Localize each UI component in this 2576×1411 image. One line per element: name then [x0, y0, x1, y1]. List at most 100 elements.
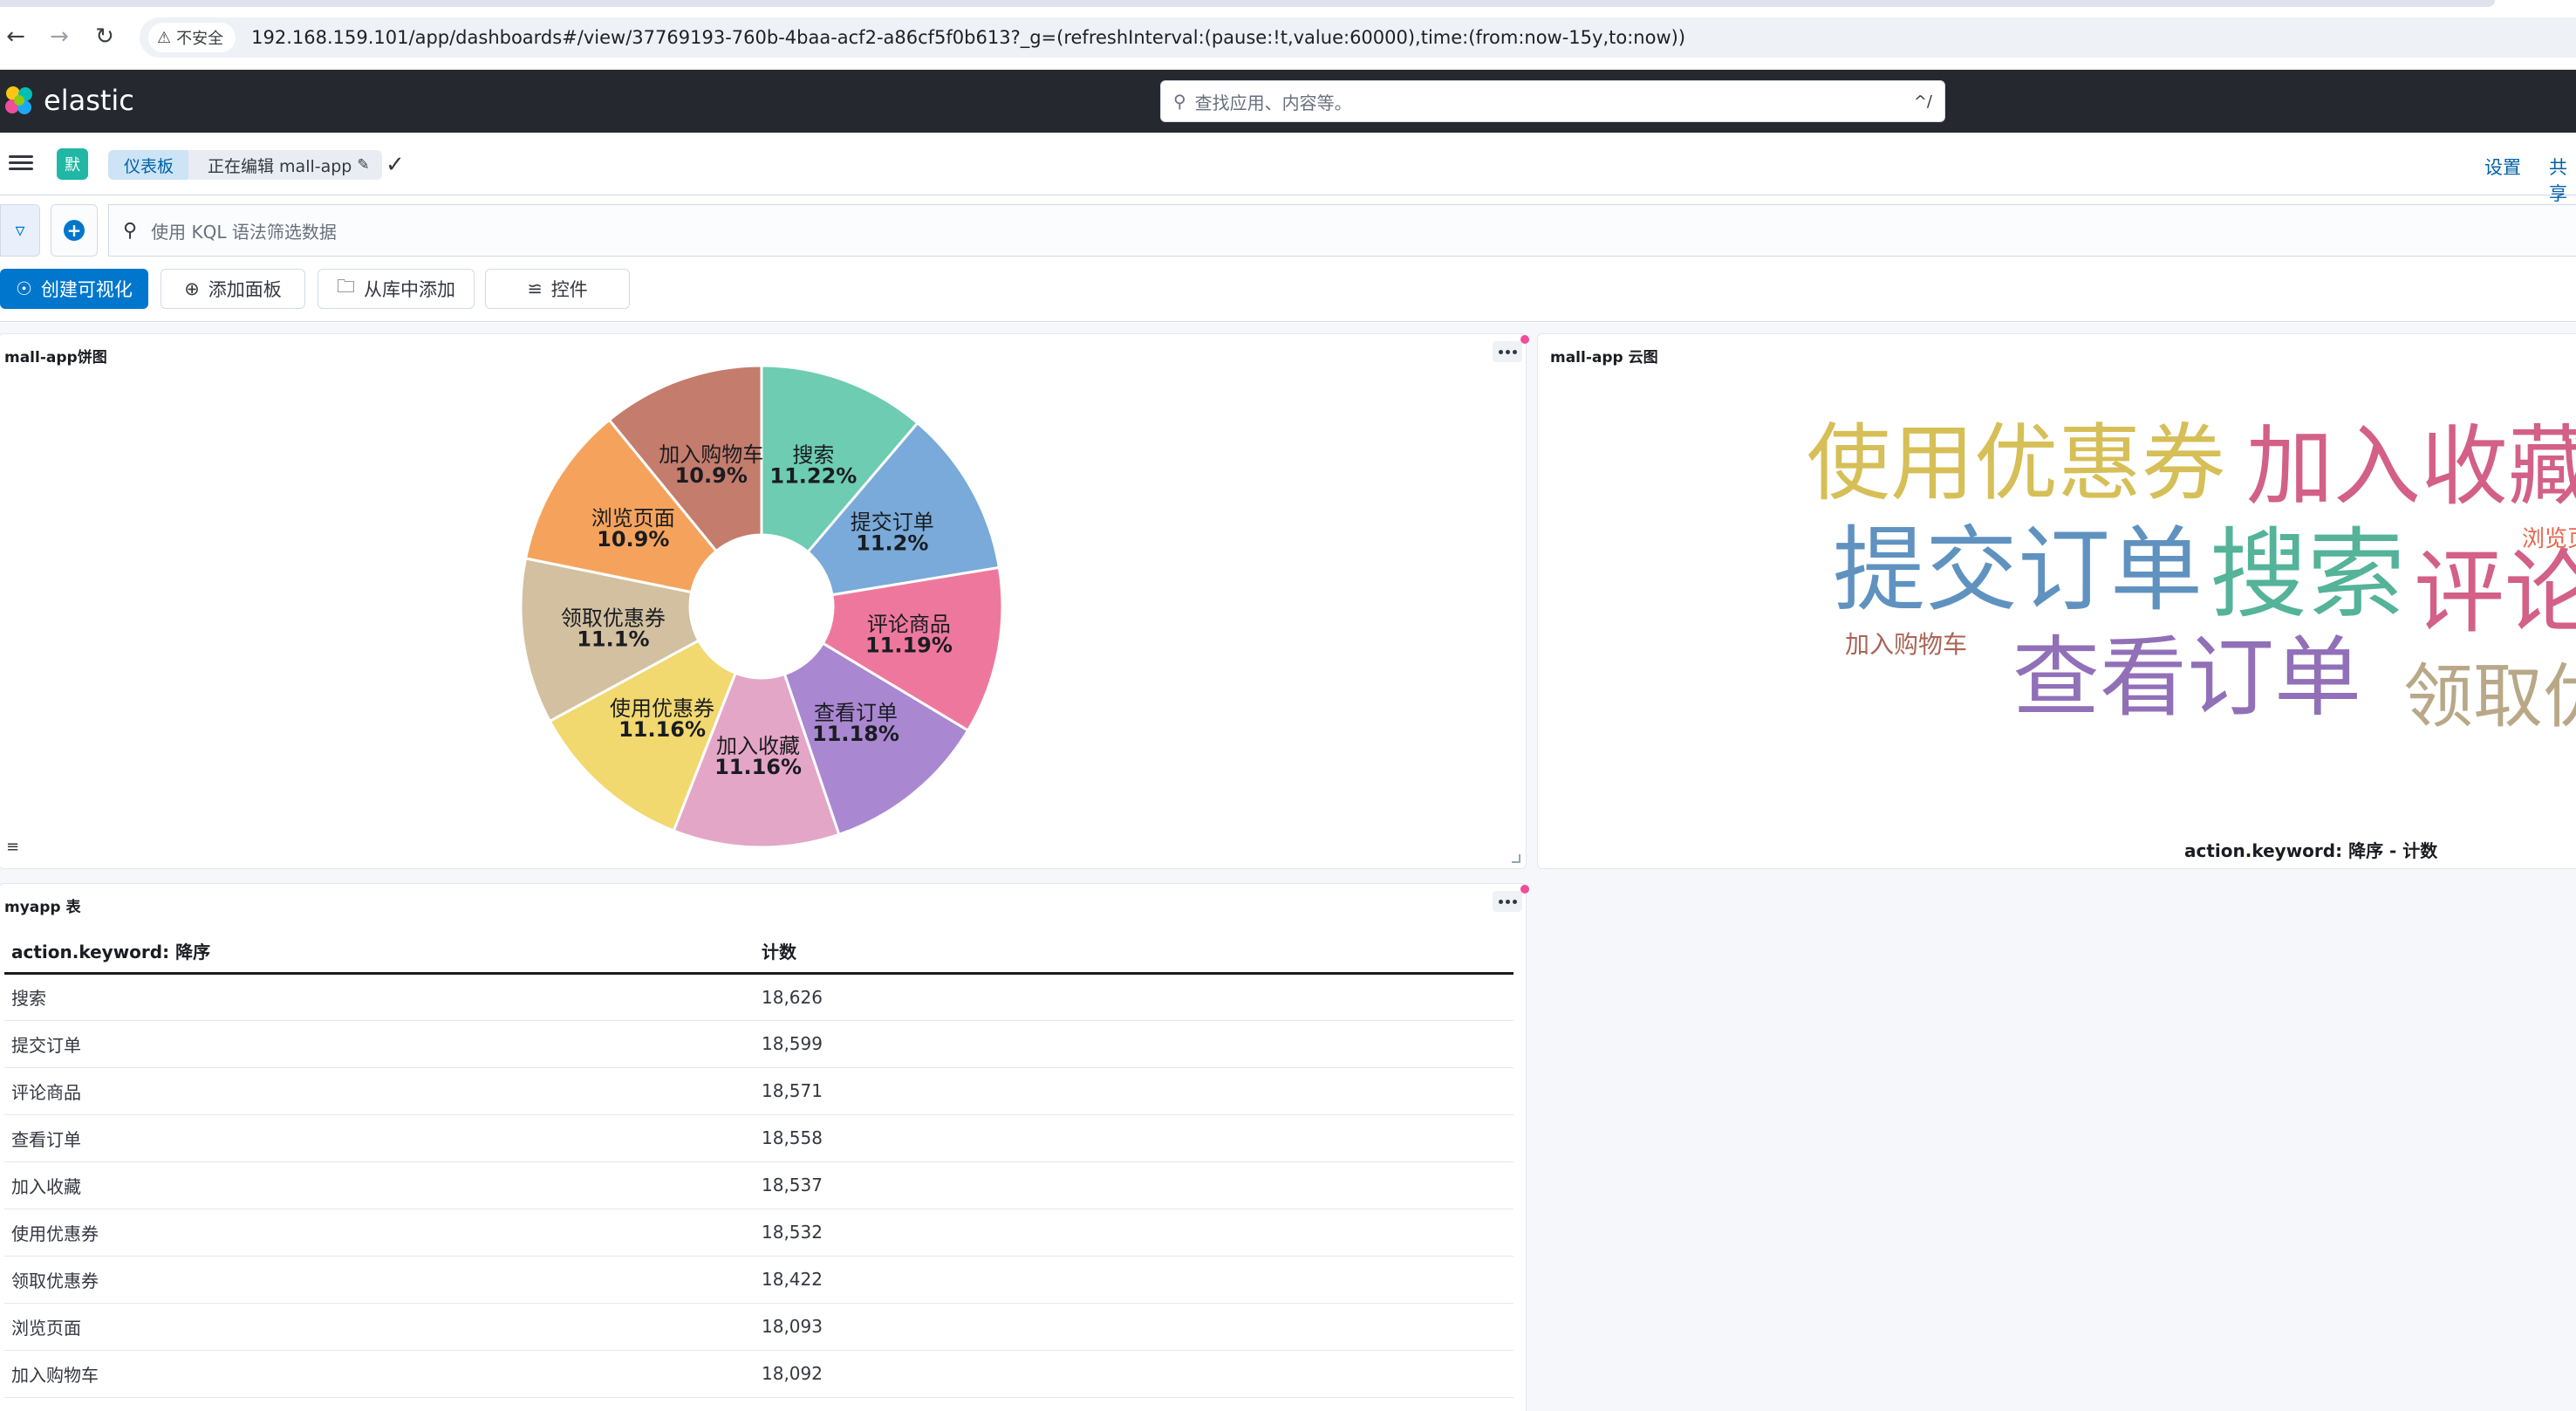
insecure-label: 不安全	[176, 30, 224, 48]
create-visualization-label: 创建可视化	[40, 279, 133, 300]
folder-icon: 🗀	[337, 275, 355, 297]
cloud-word: 查看订单	[2012, 627, 2361, 729]
table-cell: 提交订单	[4, 1020, 762, 1068]
table-row: 搜索 18,626	[4, 973, 1513, 1021]
breadcrumb-current[interactable]: 正在编辑 mall-app ✎	[188, 150, 382, 180]
table-cell: 18,599	[762, 1020, 1513, 1068]
column-header-action[interactable]: action.keyword: 降序	[4, 929, 762, 975]
table-cell: 18,093	[762, 1303, 1513, 1351]
check-icon[interactable]: ✓	[386, 152, 405, 178]
visualize-icon: ☉	[16, 278, 32, 299]
add-filter-button[interactable]: +	[51, 204, 98, 257]
controls-button[interactable]: ≌ 控件	[485, 269, 630, 309]
back-icon[interactable]: ←	[0, 21, 31, 52]
table-row: 使用优惠券 18,532	[4, 1209, 1513, 1257]
pie-slice-percent: 11.16%	[714, 755, 802, 779]
add-from-library-label: 从库中添加	[364, 279, 455, 300]
breadcrumb: 默 仪表板 正在编辑 mall-app ✎ ✓ 设置 共享	[0, 133, 2576, 204]
table-row: 查看订单 18,558	[4, 1114, 1513, 1162]
cloud-word: 使用优惠券	[1807, 414, 2225, 512]
cloud-word: 加入购物车	[1845, 630, 1968, 659]
add-panel-button[interactable]: ⊕ 添加面板	[161, 269, 305, 309]
warning-icon: ⚠	[157, 28, 172, 47]
pie-slice-percent: 11.22%	[769, 464, 857, 489]
table-cell: 18,571	[762, 1067, 1513, 1115]
settings-link[interactable]: 设置	[2484, 154, 2521, 180]
elastic-logo[interactable]: elastic	[3, 84, 134, 117]
table-row: 加入购物车 18,092	[4, 1350, 1513, 1398]
global-search-input[interactable]: ⚲ 查找应用、内容等。 ^/	[1160, 80, 1945, 122]
dashboard-toolbar: ☉ 创建可视化 ⊕ 添加面板 🗀 从库中添加 ≌ 控件	[0, 267, 2576, 319]
table-cell: 加入购物车	[4, 1350, 762, 1398]
forward-icon[interactable]: →	[44, 21, 75, 52]
data-table: action.keyword: 降序 计数 搜索 18,626 提交订单 18,59…	[4, 929, 1513, 1398]
cloud-word: 领取优惠券	[2403, 656, 2576, 737]
table-cell: 查看订单	[4, 1114, 762, 1162]
cloud-word: 提交订单	[1833, 517, 2203, 624]
search-shortcut-hint: ^/	[1913, 92, 1932, 111]
cloud-word: 加入收藏	[2246, 415, 2576, 517]
cloud-panel-title: mall-app 云图	[1550, 349, 1658, 366]
create-visualization-button[interactable]: ☉ 创建可视化	[0, 269, 148, 309]
panel-options-button[interactable]	[1493, 891, 1522, 912]
panel-options-button[interactable]	[1493, 341, 1522, 362]
cloud-word: 评论商品	[2414, 539, 2576, 646]
breadcrumb-dashboards[interactable]: 仪表板	[108, 150, 198, 180]
filter-menu-icon[interactable]: ▿	[0, 204, 40, 257]
reload-icon[interactable]: ↻	[89, 21, 120, 52]
table-cell: 18,532	[762, 1209, 1513, 1257]
tab-strip	[0, 0, 2495, 7]
url-text[interactable]: 192.168.159.101/app/dashboards#/view/377…	[251, 27, 1685, 48]
table-cell: 领取优惠券	[4, 1256, 762, 1304]
hamburger-menu-icon[interactable]	[9, 152, 33, 176]
pie-slice-percent: 11.19%	[865, 633, 953, 657]
pie-slice-percent: 10.9%	[597, 527, 669, 551]
table-cell: 18,092	[762, 1350, 1513, 1398]
cloud-word: 搜索	[2210, 518, 2405, 632]
query-bar: ▿ + ⚲ 使用 KQL 语法筛选数据	[0, 204, 2576, 257]
pie-chart[interactable]: 搜索11.22%提交订单11.2%评论商品11.19%查看订单11.18%加入收…	[505, 353, 1028, 860]
table-cell: 加入收藏	[4, 1161, 762, 1209]
logo-text: elastic	[44, 84, 134, 117]
panel-status-dot	[1520, 335, 1529, 344]
add-panel-label: 添加面板	[208, 279, 282, 300]
table-row: 评论商品 18,571	[4, 1067, 1513, 1115]
browser-toolbar: ← → ↻ ⚠ 不安全 192.168.159.101/app/dashboar…	[0, 0, 2576, 70]
address-bar[interactable]: ⚠ 不安全 192.168.159.101/app/dashboards#/vi…	[140, 17, 2576, 58]
pie-slice-percent: 11.1%	[577, 627, 649, 651]
resize-handle[interactable]	[1512, 854, 1520, 863]
table-cell: 使用优惠券	[4, 1209, 762, 1257]
pie-panel-title: mall-app饼图	[4, 349, 107, 366]
table-panel: myapp 表 action.keyword: 降序 计数 搜索 18,626 提…	[0, 883, 1529, 1411]
plus-icon: +	[64, 220, 85, 241]
search-icon: ⚲	[1173, 91, 1186, 112]
table-cell: 评论商品	[4, 1067, 762, 1115]
dashboard-canvas: mall-app饼图 搜索 11.22% 提交订单 11.2% 评论商品 11.19% 查看…	[0, 323, 2576, 1411]
pie-slice-percent: 11.16%	[618, 717, 706, 742]
controls-icon: ≌	[527, 278, 543, 299]
pie-slice-percent: 10.9%	[675, 463, 748, 488]
search-icon: ⚲	[123, 219, 138, 242]
cloud-panel: mall-app 云图 使用优惠券 加入收藏 浏览页面 提交订单 搜索 评论商品…	[1537, 333, 2576, 869]
pie-panel: mall-app饼图 搜索 11.22% 提交订单 11.2% 评论商品 11.19% 查看…	[0, 333, 1529, 869]
pie-slice-percent: 11.18%	[812, 722, 899, 746]
table-header-row: action.keyword: 降序 计数	[4, 929, 1513, 975]
legend-toggle-icon[interactable]: ≡	[6, 838, 19, 856]
table-row: 浏览页面 18,093	[4, 1303, 1513, 1351]
elastic-logo-icon	[5, 86, 32, 114]
table-cell: 浏览页面	[4, 1303, 762, 1351]
kql-search-input[interactable]: ⚲ 使用 KQL 语法筛选数据	[108, 204, 2576, 257]
table-panel-title: myapp 表	[4, 899, 81, 916]
kql-placeholder: 使用 KQL 语法筛选数据	[151, 221, 337, 243]
column-header-count[interactable]: 计数	[762, 929, 1513, 975]
space-avatar[interactable]: 默	[57, 148, 88, 180]
add-from-library-button[interactable]: 🗀 从库中添加	[318, 269, 475, 309]
table-cell: 18,626	[762, 973, 1513, 1021]
pencil-icon: ✎	[357, 156, 370, 174]
site-info-button[interactable]: ⚠ 不安全	[148, 23, 236, 52]
controls-label: 控件	[550, 279, 588, 300]
global-search-placeholder: 查找应用、内容等。	[1194, 92, 1352, 113]
table-cell: 18,422	[762, 1256, 1513, 1304]
share-link[interactable]: 共享	[2549, 154, 2576, 206]
table-row: 领取优惠券 18,422	[4, 1256, 1513, 1304]
